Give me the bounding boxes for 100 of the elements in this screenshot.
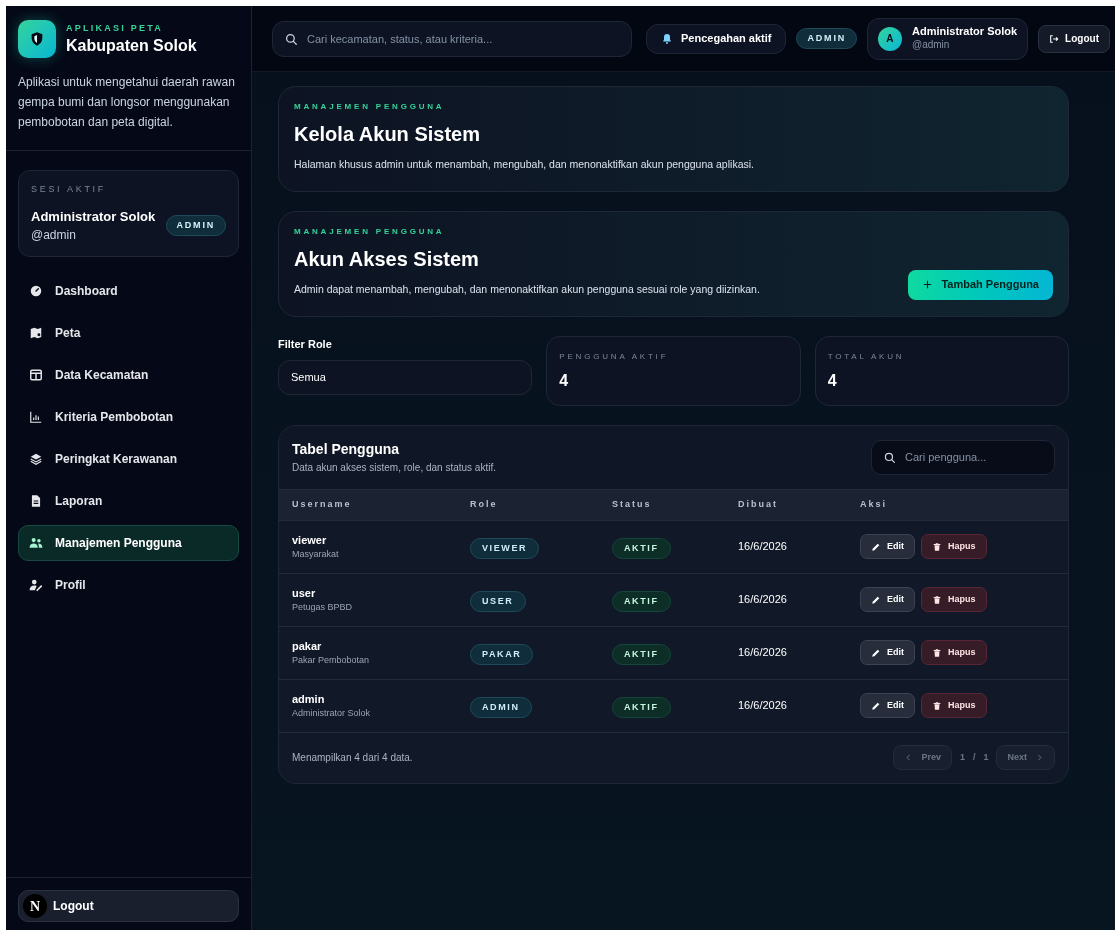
full-name-text: Petugas BPBD: [292, 601, 354, 614]
status-badge: AKTIF: [612, 643, 671, 666]
table-icon: [29, 368, 43, 382]
section-title: Kelola Akun Sistem: [294, 122, 481, 147]
role-badge: ADMIN: [796, 27, 857, 50]
username-text: user: [292, 585, 317, 601]
table-subtitle: Data akun akses sistem, role, dan status aktif.: [292, 461, 496, 475]
nav-item[interactable]: Profil: [18, 567, 239, 603]
stat-label: TOTAL AKUN: [827, 350, 906, 363]
created-date: 16/6/2026: [738, 645, 788, 661]
nav-item[interactable]: Kriteria Pembobotan: [18, 399, 239, 435]
delete-button[interactable]: Hapus: [921, 587, 987, 612]
status-badge: AKTIF: [612, 590, 671, 613]
next-button[interactable]: Next: [996, 745, 1055, 770]
dev-badge[interactable]: N: [23, 894, 47, 918]
delete-button[interactable]: Hapus: [921, 534, 987, 559]
full-name-text: Masyarakat: [292, 548, 340, 561]
chevron-right-icon: [1035, 753, 1044, 762]
edit-button[interactable]: Edit: [860, 640, 915, 665]
role-badge: USER: [470, 590, 526, 613]
user-edit-icon: [29, 578, 43, 592]
search-icon: [284, 31, 298, 46]
app-description: Aplikasi untuk mengetahui daerah rawan gempa bumi dan longsor menggunakan pembobotan dan peta digital.: [18, 74, 236, 131]
session-label: SESI AKTIF: [31, 183, 107, 196]
stat-value: 4: [559, 370, 570, 391]
nav-item[interactable]: Data Kecamatan: [18, 357, 239, 393]
stat-value: 4: [827, 370, 838, 391]
role-badge: PAKAR: [470, 643, 534, 666]
user-search-field[interactable]: Cari pengguna...: [871, 439, 1055, 475]
logout-button[interactable]: Logout: [1038, 24, 1110, 53]
document-icon: [29, 494, 43, 508]
table-summary: Menampilkan 4 dari 4 data.: [292, 751, 413, 765]
session-user-name: Administrator Solok: [31, 207, 156, 226]
column-header: Aksi: [860, 497, 888, 511]
stat-label: PENGGUNA AKTIF: [559, 350, 670, 363]
user-username: @admin: [912, 39, 951, 52]
column-header: Dibuat: [738, 497, 779, 511]
pencil-icon: [871, 594, 881, 605]
prev-button[interactable]: Prev: [893, 745, 952, 770]
table-title: Tabel Pengguna: [292, 440, 401, 459]
shield-icon: [29, 31, 45, 47]
nav-item[interactable]: Manajemen Pengguna: [18, 525, 239, 561]
created-date: 16/6/2026: [738, 592, 788, 608]
nav-item[interactable]: Dashboard: [18, 273, 239, 309]
section-eyebrow: MANAJEMEN PENGGUNA: [294, 225, 446, 238]
username-text: admin: [292, 691, 326, 707]
username-text: pakar: [292, 638, 323, 654]
section-description: Admin dapat menambah, mengubah, dan menonaktifkan akun pengguna sesuai role yang diizinkan.: [294, 281, 760, 297]
section-eyebrow: MANAJEMEN PENGGUNA: [294, 101, 446, 113]
edit-button[interactable]: Edit: [860, 534, 915, 559]
nav-item[interactable]: Laporan: [18, 483, 239, 519]
column-header: Status: [612, 497, 653, 511]
nav-item[interactable]: Peta: [18, 315, 239, 351]
trash-icon: [932, 700, 942, 711]
edit-button[interactable]: Edit: [860, 587, 915, 612]
brand-eyebrow: APLIKASI PETA: [66, 22, 165, 36]
bell-icon: [661, 32, 673, 45]
created-date: 16/6/2026: [738, 698, 788, 714]
delete-button[interactable]: Hapus: [921, 640, 987, 665]
logout-icon: [1049, 33, 1060, 44]
gauge-icon: [29, 284, 43, 298]
username-text: viewer: [292, 532, 328, 548]
delete-button[interactable]: Hapus: [921, 693, 987, 718]
session-username: @admin: [31, 227, 77, 244]
status-badge: AKTIF: [612, 696, 671, 719]
trash-icon: [932, 647, 942, 658]
brand-title: Kabupaten Solok: [66, 35, 197, 56]
column-header: Role: [470, 497, 499, 511]
page-total: 1: [983, 750, 989, 764]
trash-icon: [932, 594, 942, 605]
user-avatar: A: [878, 26, 902, 51]
role-filter-select[interactable]: Semua: [278, 360, 533, 395]
status-badge: AKTIF: [612, 537, 671, 560]
trash-icon: [932, 541, 942, 552]
alert-status: Pencegahan aktif: [646, 23, 787, 54]
chart-icon: [29, 410, 43, 424]
full-name-text: Pakar Pembobotan: [292, 654, 371, 667]
section-title: Akun Akses Sistem: [294, 246, 480, 272]
column-header: Username: [292, 497, 353, 511]
search-icon: [883, 450, 896, 464]
filter-label: Filter Role: [278, 336, 333, 352]
plus-icon: [922, 279, 934, 290]
pencil-icon: [871, 647, 881, 658]
role-badge: ADMIN: [165, 214, 226, 236]
pencil-icon: [871, 541, 881, 552]
map-icon: [29, 326, 43, 340]
page-number: 1: [959, 750, 965, 764]
logout-button[interactable]: N Logout: [18, 890, 239, 922]
search-field[interactable]: Cari kecamatan, status, atau kriteria...: [272, 20, 632, 57]
section-description: Halaman khusus admin untuk menambah, mengubah, dan menonaktifkan akun pengguna aplikasi.: [294, 157, 754, 172]
role-badge: ADMIN: [470, 696, 532, 719]
page-separator: /: [972, 750, 976, 764]
pencil-icon: [871, 700, 881, 711]
edit-button[interactable]: Edit: [860, 693, 915, 718]
layers-icon: [29, 452, 43, 466]
full-name-text: Administrator Solok: [292, 707, 372, 720]
role-badge: VIEWER: [470, 537, 540, 560]
nav-item[interactable]: Peringkat Kerawanan: [18, 441, 239, 477]
add-user-button[interactable]: Tambah Pengguna: [908, 269, 1053, 300]
user-name: Administrator Solok: [912, 25, 1018, 40]
